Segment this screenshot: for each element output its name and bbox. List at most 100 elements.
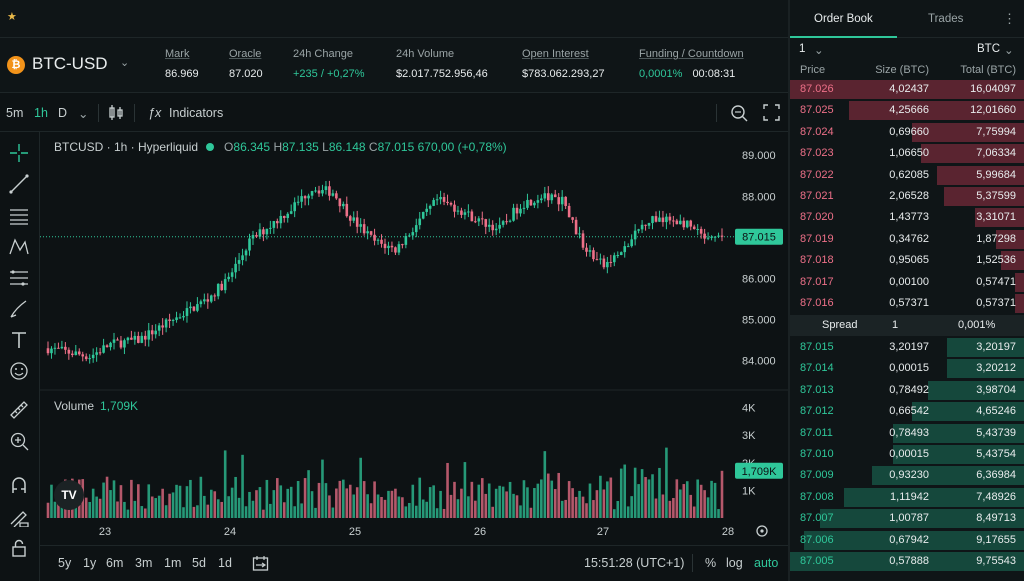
range-6m[interactable]: 6m: [106, 556, 123, 570]
star-icon[interactable]: ★: [7, 10, 17, 23]
chevron-down-icon[interactable]: ⌄: [120, 56, 129, 69]
ask-row[interactable]: 87.022 0,62085 5,99684: [790, 165, 1024, 186]
emoji-icon[interactable]: [8, 360, 30, 382]
toolbar-divider: [716, 104, 717, 122]
more-options-icon[interactable]: ⋮: [1003, 11, 1016, 27]
fx-icon[interactable]: ƒx: [148, 106, 161, 120]
pattern-icon[interactable]: [8, 236, 30, 258]
x-tick-label: 24: [224, 526, 236, 538]
tab-trades[interactable]: Trades: [928, 13, 963, 25]
group-size-select[interactable]: 1: [799, 43, 805, 55]
ask-price: 87.019: [800, 232, 834, 245]
volume-bar: [522, 480, 526, 518]
bid-row[interactable]: 87.008 1,11942 7,48926: [790, 487, 1024, 508]
bid-row[interactable]: 87.006 0,67942 9,17655: [790, 530, 1024, 551]
date-range-icon[interactable]: [252, 555, 269, 572]
ask-row[interactable]: 87.017 0,00100 0,57471: [790, 272, 1024, 293]
candle-body: [161, 325, 164, 328]
bid-row[interactable]: 87.013 0,78492 3,98704: [790, 380, 1024, 401]
brush-icon[interactable]: [8, 298, 30, 320]
price-chart[interactable]: 84.00085.00086.00087.00088.00089.0001K2K…: [40, 132, 788, 581]
candle-body: [244, 250, 248, 256]
percent-toggle[interactable]: %: [705, 556, 716, 570]
volume-bar: [46, 502, 50, 518]
candle-body: [404, 236, 408, 245]
bid-row[interactable]: 87.009 0,93230 6,36984: [790, 465, 1024, 486]
candle-body: [328, 186, 331, 196]
candle-body: [581, 233, 585, 248]
interval-dropdown-icon[interactable]: ⌄: [78, 106, 88, 121]
bid-row[interactable]: 87.012 0,66542 4,65246: [790, 401, 1024, 422]
magnifier-settings-icon[interactable]: [730, 104, 748, 122]
bid-size: 0,93230: [889, 469, 929, 482]
fib-icon[interactable]: [8, 267, 30, 289]
bid-row[interactable]: 87.007 1,00787 8,49713: [790, 508, 1024, 529]
pair-selector[interactable]: BTC-USD: [32, 54, 108, 74]
ask-row[interactable]: 87.016 0,57371 0,57371: [790, 293, 1024, 314]
candle-body: [661, 217, 665, 223]
stat-mark[interactable]: Mark 86.969: [165, 48, 199, 80]
clock-time[interactable]: 15:51:28 (UTC+1): [584, 556, 684, 570]
bid-total: 3,20212: [976, 362, 1016, 375]
candle-type-icon[interactable]: [108, 104, 124, 122]
chevron-down-icon[interactable]: ⌄: [814, 43, 824, 57]
volume-bar: [640, 469, 644, 518]
candle-body: [342, 203, 345, 207]
tradingview-logo[interactable]: TV: [54, 480, 84, 510]
tab-order-book[interactable]: Order Book: [814, 13, 873, 25]
horizontal-lines-icon[interactable]: [8, 205, 30, 227]
ask-total: 7,06334: [976, 147, 1016, 160]
interval-5m[interactable]: 5m: [6, 106, 23, 120]
range-1d[interactable]: 1d: [218, 556, 232, 570]
unit-select[interactable]: BTC: [977, 43, 1000, 55]
ask-total: 12,01660: [970, 104, 1016, 117]
indicators-button[interactable]: Indicators: [169, 106, 223, 120]
ask-row[interactable]: 87.021 2,06528 5,37599: [790, 186, 1024, 207]
range-3m[interactable]: 3m: [135, 556, 152, 570]
ask-row[interactable]: 87.024 0,69660 7,75994: [790, 122, 1024, 143]
ask-row[interactable]: 87.019 0,34762 1,87298: [790, 229, 1024, 250]
candle-body: [595, 259, 599, 261]
bid-row[interactable]: 87.011 0,78493 5,43739: [790, 423, 1024, 444]
bid-row[interactable]: 87.010 0,00015 5,43754: [790, 444, 1024, 465]
interval-1h[interactable]: 1h: [34, 106, 48, 120]
ask-row[interactable]: 87.023 1,06650 7,06334: [790, 143, 1024, 164]
candle-body: [262, 229, 265, 235]
volume-bar: [529, 507, 533, 518]
candlestick-chart[interactable]: 84.00085.00086.00087.00088.00089.0001K2K…: [40, 132, 788, 545]
bid-total: 7,48926: [976, 490, 1016, 503]
candle-body: [182, 315, 185, 318]
candle-body: [137, 335, 140, 343]
ruler-icon[interactable]: [8, 399, 30, 421]
candle-body: [529, 199, 533, 206]
crosshair-icon[interactable]: [8, 142, 30, 164]
magnet-icon[interactable]: [8, 474, 30, 496]
ask-row[interactable]: 87.020 1,43773 3,31071: [790, 207, 1024, 228]
stat-oracle[interactable]: Oracle 87.020: [229, 48, 263, 80]
ask-row[interactable]: 87.026 4,02437 16,04097: [790, 79, 1024, 100]
auto-toggle[interactable]: auto: [754, 556, 778, 570]
trend-line-icon[interactable]: [8, 173, 30, 195]
range-5d[interactable]: 5d: [192, 556, 206, 570]
text-icon[interactable]: [8, 329, 30, 351]
range-5y[interactable]: 5y: [58, 556, 71, 570]
zoom-in-icon[interactable]: [8, 430, 30, 452]
bid-row[interactable]: 87.014 0,00015 3,20212: [790, 358, 1024, 379]
range-1y[interactable]: 1y: [83, 556, 96, 570]
bid-row[interactable]: 87.015 3,20197 3,20197: [790, 337, 1024, 358]
candle-body: [679, 220, 682, 225]
stat-funding-countdown[interactable]: Funding / Countdown 0,0001% 00:08:31: [639, 48, 744, 80]
bid-row[interactable]: 87.005 0,57888 9,75543: [790, 551, 1024, 572]
log-toggle[interactable]: log: [726, 556, 743, 570]
pencil-lock-icon[interactable]: [8, 505, 30, 527]
lock-icon[interactable]: [8, 537, 30, 559]
toolbar-divider: [134, 104, 135, 122]
ask-row[interactable]: 87.018 0,95065 1,52536: [790, 250, 1024, 271]
stat-open-interest[interactable]: Open Interest $783.062.293,27: [522, 48, 605, 80]
interval-d[interactable]: D: [58, 106, 67, 120]
range-1m[interactable]: 1m: [164, 556, 181, 570]
chevron-down-icon[interactable]: ⌄: [1004, 43, 1014, 57]
ask-row[interactable]: 87.025 4,25666 12,01660: [790, 100, 1024, 121]
fullscreen-icon[interactable]: [763, 104, 780, 121]
candle-body: [644, 224, 647, 226]
